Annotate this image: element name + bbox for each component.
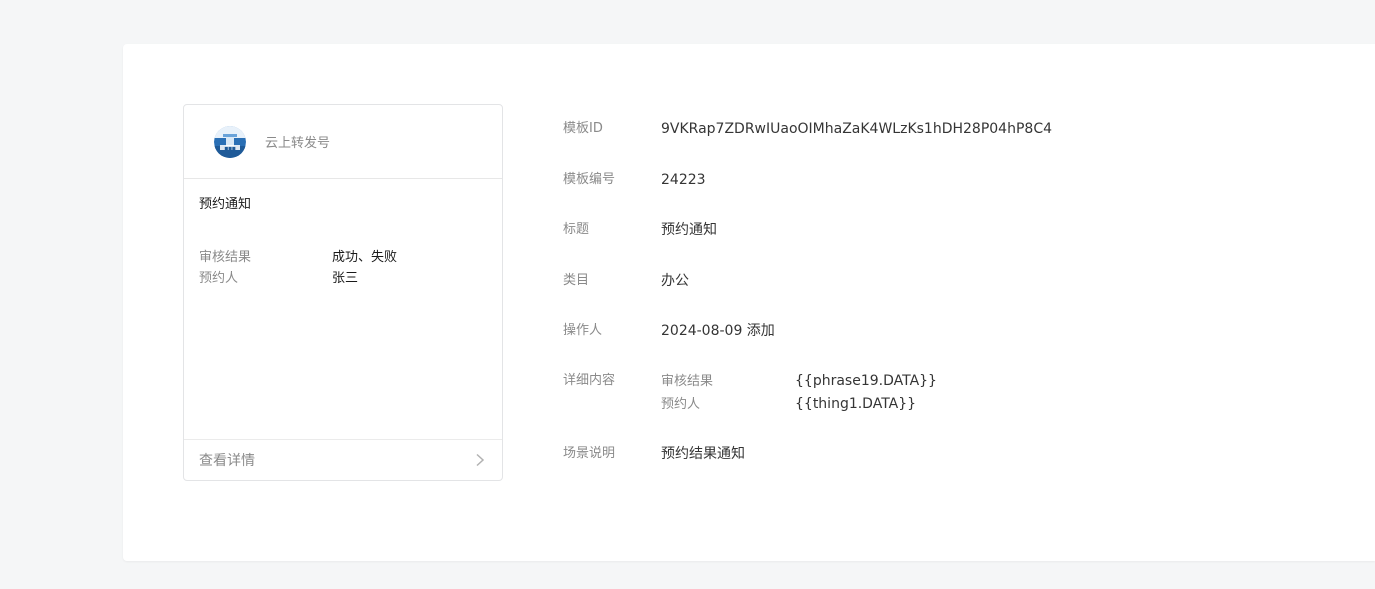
preview-field-value: 张三 xyxy=(332,271,359,286)
title-value: 预约通知 xyxy=(661,222,717,238)
detail-label: 类目 xyxy=(563,273,590,288)
preview-field-row: 预约人 张三 xyxy=(199,268,487,289)
view-details-link[interactable]: 查看详情 xyxy=(184,439,502,480)
preview-card-body: 预约通知 审核结果 成功、失败 预约人 张三 xyxy=(184,179,502,289)
detail-label: 操作人 xyxy=(563,323,603,338)
template-id-value: 9VKRap7ZDRwIUaoOIMhaZaK4WLzKs1hDH28P04hP… xyxy=(661,121,1052,137)
detail-row-content: 详细内容 审核结果 {{phrase19.DATA}} 预约人 {{thing1… xyxy=(563,372,937,416)
content-field-key: 预约人 xyxy=(661,397,701,412)
preview-title: 预约通知 xyxy=(199,197,252,212)
operator-value: 2024-08-09 添加 xyxy=(661,323,775,339)
category-value: 办公 xyxy=(661,273,689,289)
detail-row-operator: 操作人 2024-08-09 添加 xyxy=(563,322,775,340)
detail-row-category: 类目 办公 xyxy=(563,272,689,290)
detail-label: 模板编号 xyxy=(563,172,616,187)
preview-field-list: 审核结果 成功、失败 预约人 张三 xyxy=(199,247,487,289)
preview-field-key: 审核结果 xyxy=(199,250,252,265)
preview-field-row: 审核结果 成功、失败 xyxy=(199,247,487,268)
message-preview-card: ■■■ 云上转发号 预约通知 审核结果 成功、失败 预约人 张三 查看详情 xyxy=(183,104,503,481)
content-field-value: {{thing1.DATA}} xyxy=(795,396,917,412)
preview-field-key: 预约人 xyxy=(199,271,239,286)
account-name: 云上转发号 xyxy=(265,136,331,151)
template-detail-panel: ■■■ 云上转发号 预约通知 审核结果 成功、失败 预约人 张三 查看详情 模板… xyxy=(123,44,1375,561)
detail-label: 模板ID xyxy=(563,121,603,136)
detail-row-template-no: 模板编号 24223 xyxy=(563,171,706,189)
preview-card-header: ■■■ 云上转发号 xyxy=(184,105,502,179)
chevron-right-icon xyxy=(473,453,487,467)
detail-label: 标题 xyxy=(563,222,590,237)
view-details-label: 查看详情 xyxy=(199,453,255,469)
template-no-value: 24223 xyxy=(661,172,706,188)
detail-label: 场景说明 xyxy=(563,446,616,461)
svg-text:■■■: ■■■ xyxy=(224,145,236,150)
account-avatar-icon: ■■■ xyxy=(214,125,246,158)
content-field-row: 预约人 {{thing1.DATA}} xyxy=(661,393,937,416)
detail-label: 详细内容 xyxy=(563,373,616,388)
scene-value: 预约结果通知 xyxy=(661,446,745,462)
preview-field-value: 成功、失败 xyxy=(332,250,398,265)
content-field-list: 审核结果 {{phrase19.DATA}} 预约人 {{thing1.DATA… xyxy=(661,370,937,416)
detail-row-title: 标题 预约通知 xyxy=(563,221,717,239)
content-field-value: {{phrase19.DATA}} xyxy=(795,373,937,389)
content-field-row: 审核结果 {{phrase19.DATA}} xyxy=(661,370,937,393)
content-field-key: 审核结果 xyxy=(661,374,714,389)
detail-row-scene: 场景说明 预约结果通知 xyxy=(563,445,745,463)
detail-row-template-id: 模板ID 9VKRap7ZDRwIUaoOIMhaZaK4WLzKs1hDH28… xyxy=(563,120,1052,138)
